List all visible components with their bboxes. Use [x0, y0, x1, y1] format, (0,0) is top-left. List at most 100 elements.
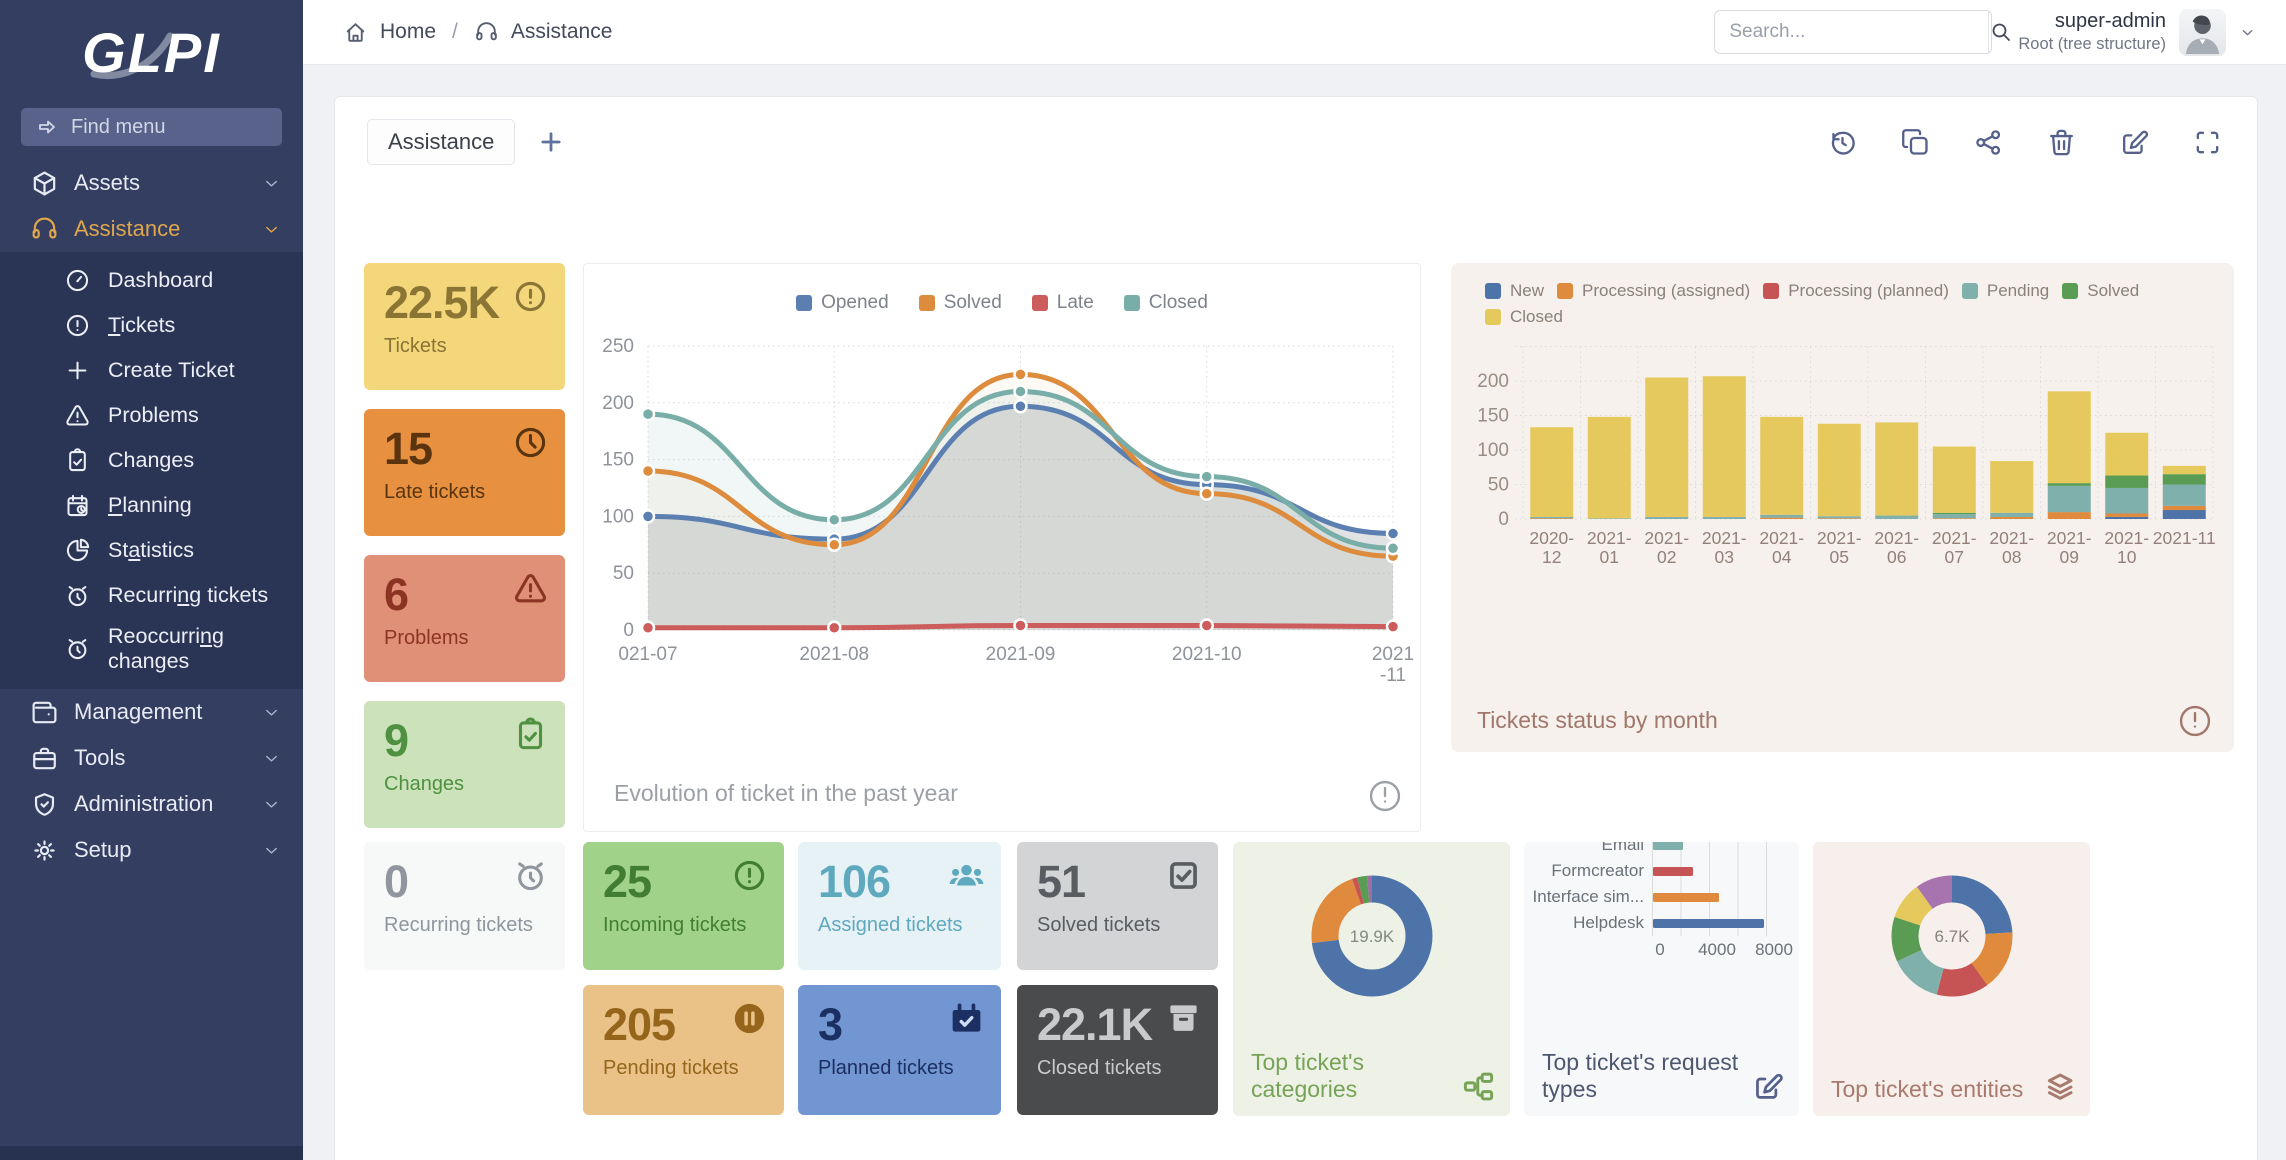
sidebar-item-changes[interactable]: Changes — [0, 438, 303, 483]
entities-donut-chart: 6.7K — [1872, 856, 2032, 1016]
svg-text:2021-: 2021- — [2104, 528, 2149, 548]
sidebar-item-reoccurring-changes[interactable]: Reoccurring changes — [0, 618, 303, 679]
top-request-types-card[interactable]: EmailFormcreatorInterface sim...Helpdesk… — [1524, 842, 1799, 1116]
alarm-clock-icon — [64, 635, 91, 662]
breadcrumb: Home / Assistance — [343, 20, 612, 45]
info-icon[interactable] — [1366, 777, 1404, 815]
find-menu-button[interactable]: Find menu — [21, 108, 282, 146]
user-name: super-admin — [2018, 10, 2166, 33]
sidebar-item-statistics[interactable]: Statistics — [0, 528, 303, 573]
sidebar-item-problems[interactable]: Problems — [0, 393, 303, 438]
chevron-down-icon — [262, 174, 281, 193]
edit-icon[interactable] — [2119, 127, 2150, 158]
stat-label: Late tickets — [384, 481, 545, 504]
sidebar-item-management[interactable]: Management — [0, 689, 303, 735]
closed-tickets-stat-card[interactable]: 22.1K Closed tickets — [1017, 985, 1218, 1115]
info-icon[interactable] — [2176, 702, 2214, 740]
chevron-down-icon — [262, 841, 281, 860]
changes-stat-card[interactable]: 9 Changes — [364, 701, 565, 828]
shield-check-icon — [30, 790, 59, 819]
sidebar-item-administration[interactable]: Administration — [0, 781, 303, 827]
svg-text:2021-: 2021- — [1644, 528, 1689, 548]
calendar-check-icon — [948, 1000, 985, 1037]
sidebar-item-recurring-tickets[interactable]: Recurring tickets — [0, 573, 303, 618]
find-menu-label: Find menu — [71, 116, 166, 139]
search-button[interactable] — [1988, 11, 2013, 53]
incoming-tickets-stat-card[interactable]: 25 Incoming tickets — [583, 842, 784, 970]
stat-label: Planned tickets — [818, 1057, 981, 1080]
svg-text:2021-: 2021- — [1932, 528, 1977, 548]
chevron-down-icon — [262, 703, 281, 722]
svg-text:200: 200 — [602, 393, 634, 414]
solved-tickets-stat-card[interactable]: 51 Solved tickets — [1017, 842, 1218, 970]
sidebar-item-label: Assistance — [74, 216, 247, 242]
copy-icon[interactable] — [1900, 127, 1931, 158]
stat-label: Changes — [384, 773, 545, 796]
svg-text:100: 100 — [1477, 440, 1509, 461]
svg-text:2021-: 2021- — [1874, 528, 1919, 548]
svg-text:09: 09 — [2060, 547, 2079, 567]
svg-text:02: 02 — [1657, 547, 1676, 567]
history-icon[interactable] — [1827, 127, 1858, 158]
breadcrumb-current[interactable]: Assistance — [511, 20, 613, 44]
late-tickets-stat-card[interactable]: 15 Late tickets — [364, 409, 565, 536]
avatar — [2179, 9, 2226, 56]
svg-text:19.9K: 19.9K — [1349, 927, 1394, 946]
svg-text:08: 08 — [2002, 547, 2021, 567]
top-entities-card[interactable]: 6.7K Top ticket's entities — [1813, 842, 2090, 1116]
stat-label: Problems — [384, 627, 545, 650]
chart-title: Tickets status by month — [1477, 707, 1718, 734]
trash-icon[interactable] — [2046, 127, 2077, 158]
recurring-tickets-stat-card[interactable]: 0 Recurring tickets — [364, 842, 565, 970]
sidebar-item-create-ticket[interactable]: Create Ticket — [0, 348, 303, 393]
card-title: Top ticket's entities — [1831, 1076, 2044, 1104]
svg-text:12: 12 — [1542, 547, 1561, 567]
evolution-line-chart: 050100150200250021-072021-082021-092021-… — [588, 330, 1418, 698]
search-input[interactable] — [1715, 21, 1988, 43]
svg-text:2021-: 2021- — [2047, 528, 2092, 548]
svg-text:2020-: 2020- — [1529, 528, 1574, 548]
svg-text:6.7K: 6.7K — [1934, 927, 1970, 946]
share-icon[interactable] — [1973, 127, 2004, 158]
request-types-bar-chart: EmailFormcreatorInterface sim...Helpdesk… — [1524, 842, 1799, 960]
top-categories-card[interactable]: 19.9K Top ticket's categories — [1233, 842, 1510, 1116]
user-menu[interactable]: super-admin Root (tree structure) — [2018, 9, 2256, 56]
chevron-down-icon — [2239, 24, 2256, 41]
alarm-clock-icon — [64, 582, 91, 609]
assigned-tickets-stat-card[interactable]: 106 Assigned tickets — [798, 842, 1001, 970]
breadcrumb-separator: / — [452, 20, 458, 44]
tab-assistance[interactable]: Assistance — [367, 119, 515, 165]
chevron-down-icon — [262, 749, 281, 768]
sidebar-item-dashboard[interactable]: Dashboard — [0, 258, 303, 303]
sidebar-item-assistance[interactable]: Assistance — [0, 206, 303, 252]
svg-text:2021-: 2021- — [1702, 528, 1747, 548]
search-icon — [1989, 20, 2013, 44]
sidebar-item-assets[interactable]: Assets — [0, 160, 303, 206]
svg-text:250: 250 — [602, 336, 634, 357]
svg-text:150: 150 — [1477, 406, 1509, 427]
svg-text:05: 05 — [1830, 547, 1849, 567]
evolution-chart-card[interactable]: OpenedSolvedLateClosed 05010015020025002… — [583, 263, 1421, 832]
sidebar-item-setup[interactable]: Setup — [0, 827, 303, 873]
sidebar-item-tools[interactable]: Tools — [0, 735, 303, 781]
glpi-logo[interactable]: GLPI — [0, 0, 303, 104]
planned-tickets-stat-card[interactable]: 3 Planned tickets — [798, 985, 1001, 1115]
add-dashboard-icon[interactable] — [537, 128, 565, 156]
edit-icon — [1752, 1069, 1785, 1104]
svg-text:10: 10 — [2117, 547, 2137, 567]
svg-text:100: 100 — [602, 506, 634, 527]
glpi-app: GLPI Find menu Assets Assistance — [0, 0, 2286, 1160]
svg-text:021-07: 021-07 — [618, 644, 677, 665]
checkbox-icon — [1165, 857, 1202, 894]
fullscreen-icon[interactable] — [2192, 127, 2223, 158]
pending-tickets-stat-card[interactable]: 205 Pending tickets — [583, 985, 784, 1115]
home-icon[interactable] — [343, 20, 368, 45]
tickets-stat-card[interactable]: 22.5K Tickets — [364, 263, 565, 390]
problems-stat-card[interactable]: 6 Problems — [364, 555, 565, 682]
sidebar-item-tickets[interactable]: Tickets — [0, 303, 303, 348]
breadcrumb-home[interactable]: Home — [380, 20, 436, 44]
stat-label: Closed tickets — [1037, 1057, 1198, 1080]
status-chart-card[interactable]: NewProcessing (assigned)Processing (plan… — [1451, 263, 2234, 752]
sidebar-item-planning[interactable]: Planning — [0, 483, 303, 528]
headset-icon — [30, 215, 59, 244]
